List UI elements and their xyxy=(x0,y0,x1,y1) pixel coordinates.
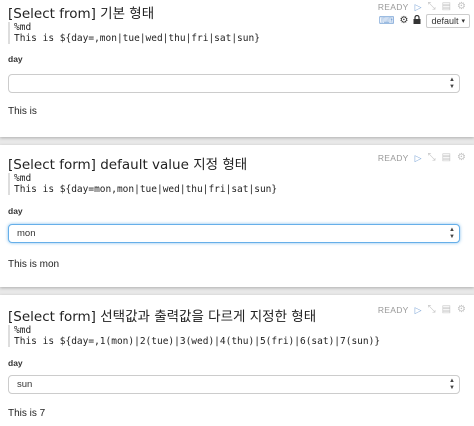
paragraph-controls: READY ▷ ⤡ ▤ ⚙ xyxy=(377,305,466,316)
code-line: This is ${day=,mon|tue|wed|thu|fri|sat|s… xyxy=(14,33,260,44)
paragraph-result: This is xyxy=(8,106,37,117)
form-label: day xyxy=(8,54,23,64)
code-editor[interactable]: %md This is ${day=,1(mon)|2(tue)|3(wed)|4… xyxy=(8,325,460,347)
paragraph-result: This is 7 xyxy=(8,408,46,419)
status-label: READY xyxy=(377,2,409,12)
paragraph-3: [Select form] 선택값과 출력값을 다르게 지정한 형태 READY… xyxy=(0,295,474,426)
book-icon[interactable]: ▤ xyxy=(442,305,451,315)
select-value: mon xyxy=(17,228,36,239)
chevron-down-icon: ▾ xyxy=(461,18,465,25)
paragraph-title[interactable]: [Select form] default value 지정 형태 xyxy=(8,153,247,173)
code-editor[interactable]: %md This is ${day=,mon|tue|wed|thu|fri|sa… xyxy=(8,22,460,44)
status-label: READY xyxy=(377,305,409,315)
paragraph-1: [Select from] 기본 형태 READY ▷ ⤡ ▤ ⚙ ⌨ ⚙ de… xyxy=(0,0,474,137)
settings-icon[interactable]: ⚙ xyxy=(457,2,466,12)
paragraph-title[interactable]: [Select from] 기본 형태 xyxy=(8,2,154,22)
code-line: %md xyxy=(14,22,32,33)
settings-icon[interactable]: ⚙ xyxy=(457,305,466,315)
code-line: %md xyxy=(14,173,32,184)
day-select[interactable]: mon ▲ ▼ xyxy=(8,224,460,243)
code-line: %md xyxy=(14,325,32,336)
code-editor[interactable]: %md This is ${day=mon,mon|tue|wed|thu|fri… xyxy=(8,173,460,195)
status-label: READY xyxy=(377,153,409,163)
select-value: sun xyxy=(17,379,33,390)
paragraph-controls: READY ▷ ⤡ ▤ ⚙ xyxy=(377,2,466,13)
book-icon[interactable]: ▤ xyxy=(442,2,451,12)
run-icon[interactable]: ▷ xyxy=(415,305,422,315)
paragraph-result: This is mon xyxy=(8,259,60,270)
form-label: day xyxy=(8,206,23,216)
settings-icon[interactable]: ⚙ xyxy=(457,153,466,163)
select-arrows-icon: ▲ ▼ xyxy=(449,77,455,90)
select-arrows-icon: ▲ ▼ xyxy=(449,378,455,391)
select-arrows-icon: ▲ ▼ xyxy=(449,227,455,240)
hide-editor-icon[interactable]: ⤡ xyxy=(428,153,436,163)
day-select[interactable]: ▲ ▼ xyxy=(8,74,460,93)
hide-editor-icon[interactable]: ⤡ xyxy=(428,305,436,315)
run-icon[interactable]: ▷ xyxy=(415,153,422,163)
code-line: This is ${day=mon,mon|tue|wed|thu|fri|sa… xyxy=(14,184,278,195)
run-icon[interactable]: ▷ xyxy=(415,2,422,12)
form-label: day xyxy=(8,358,23,368)
code-line: This is ${day=,1(mon)|2(tue)|3(wed)|4(th… xyxy=(14,336,381,347)
paragraph-controls: READY ▷ ⤡ ▤ ⚙ xyxy=(377,153,466,164)
hide-editor-icon[interactable]: ⤡ xyxy=(428,2,436,12)
paragraph-title[interactable]: [Select form] 선택값과 출력값을 다르게 지정한 형태 xyxy=(8,305,316,325)
paragraph-2: [Select form] default value 지정 형태 READY … xyxy=(0,145,474,287)
day-select[interactable]: sun ▲ ▼ xyxy=(8,375,460,394)
book-icon[interactable]: ▤ xyxy=(442,153,451,163)
